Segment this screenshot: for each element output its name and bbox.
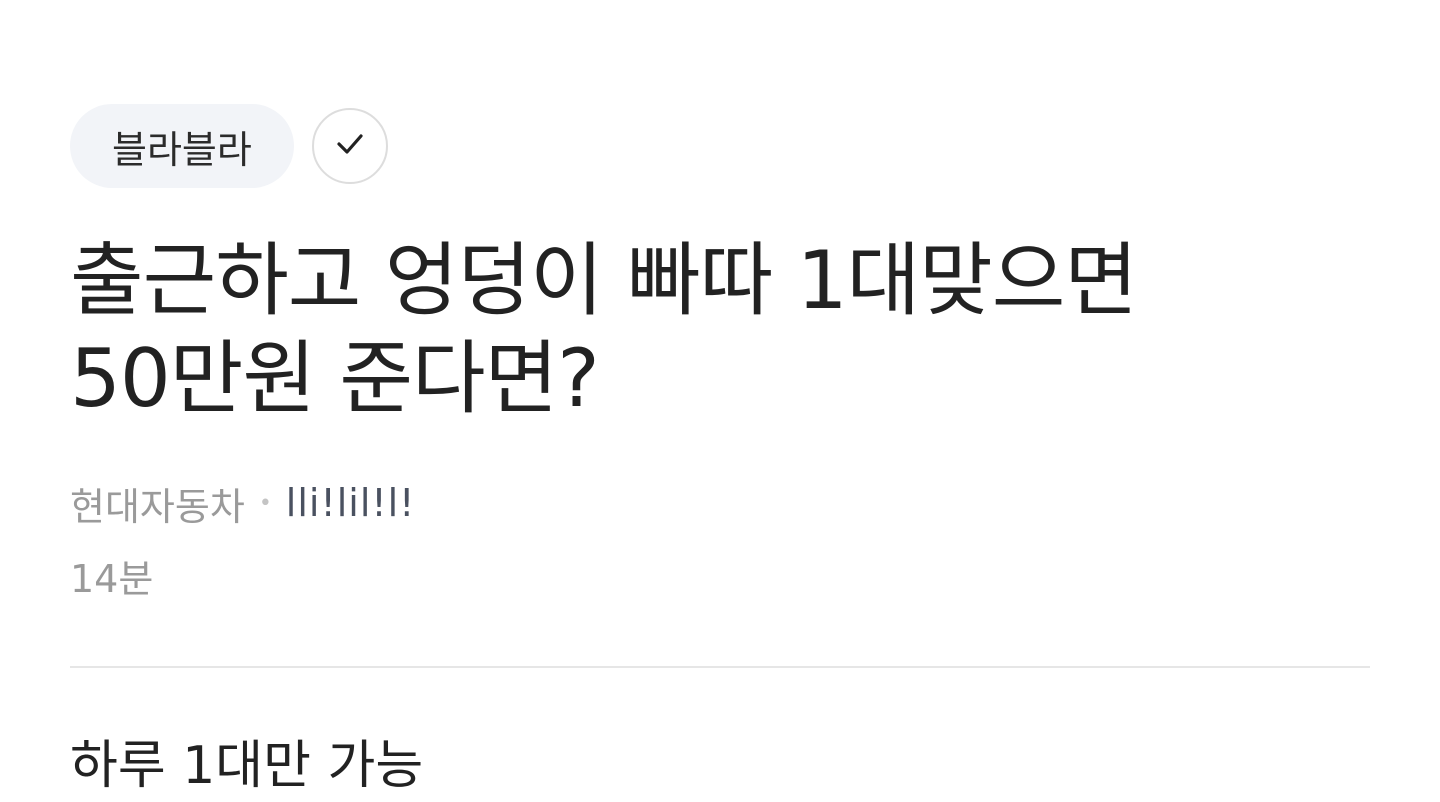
- topic-chip-label: 블라블라: [112, 127, 252, 172]
- post-title: 출근하고 엉덩이 빠따 1대맞으면 50만원 준다면?: [70, 234, 1138, 425]
- meta-separator: •: [258, 490, 272, 516]
- follow-topic-button[interactable]: [311, 108, 388, 184]
- divider: [70, 666, 1370, 668]
- post-page: 블라블라 출근하고 엉덩이 빠따 1대맞으면 50만원 준다면? 현대자동차 •…: [70, 0, 1370, 800]
- checkmark-icon: [330, 124, 370, 168]
- post-body: 하루 1대만 가능: [70, 736, 424, 796]
- topic-chip[interactable]: 블라블라: [70, 104, 294, 188]
- post-meta: 현대자동차 • lli!lil!l!: [70, 476, 416, 531]
- author-company[interactable]: 현대자동차: [70, 476, 245, 531]
- author-nickname[interactable]: lli!lil!l!: [286, 481, 416, 525]
- topic-row: 블라블라: [70, 104, 388, 188]
- post-timestamp: 14분: [70, 557, 154, 601]
